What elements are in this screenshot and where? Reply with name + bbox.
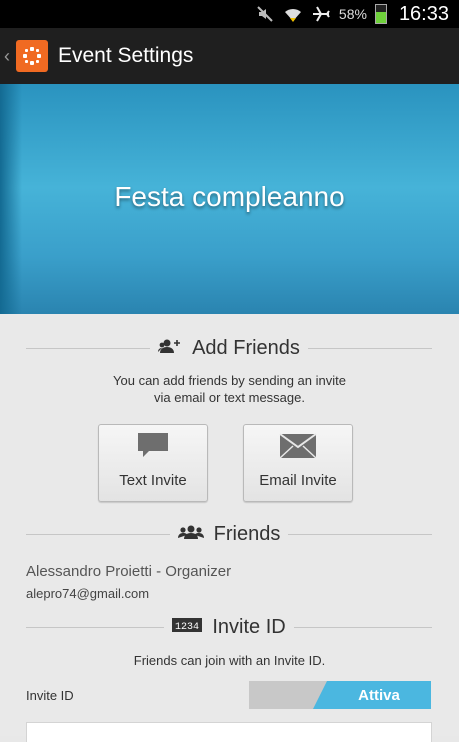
- add-friends-description: You can add friends by sending an invite…: [0, 372, 459, 406]
- event-banner: Festa compleanno: [0, 84, 459, 314]
- add-person-icon: [158, 338, 182, 359]
- friend-email: alepro74@gmail.com: [26, 586, 150, 601]
- friends-header-title: Friends: [170, 523, 289, 546]
- envelope-icon: [279, 433, 317, 464]
- status-bar: 58% 16:33: [0, 0, 459, 28]
- divider: [307, 347, 432, 349]
- chevron-left-icon[interactable]: ‹: [4, 46, 14, 67]
- invite-id-header-title: 1234 Invite ID: [164, 616, 293, 639]
- chat-bubble-icon: [137, 431, 169, 464]
- description-line: You can add friends by sending an invite: [113, 373, 346, 388]
- wifi-icon: [283, 4, 303, 24]
- friend-name[interactable]: Alessandro Proietti - Organizer: [26, 563, 231, 580]
- divider: [26, 347, 151, 349]
- invite-id-toggle[interactable]: Attiva: [249, 681, 431, 709]
- battery-percent: 58%: [338, 6, 367, 22]
- toggle-on-label: Attiva: [313, 681, 431, 709]
- event-name: Festa compleanno: [114, 181, 345, 212]
- settings-content: Add Friends You can add friends by sendi…: [0, 314, 459, 742]
- clock: 16:33: [398, 2, 449, 25]
- group-icon: [177, 524, 204, 545]
- text-invite-button[interactable]: Text Invite: [98, 424, 208, 502]
- number-badge-icon: 1234: [172, 617, 203, 637]
- divider: [26, 626, 165, 628]
- battery-icon: [374, 4, 387, 24]
- banner-shade: [0, 84, 22, 314]
- add-friends-title: Add Friends: [192, 336, 300, 359]
- email-invite-label: Email Invite: [259, 472, 337, 489]
- invite-id-description: Friends can join with an Invite ID.: [133, 653, 326, 668]
- invite-id-title: Invite ID: [212, 615, 286, 638]
- app-logo-icon[interactable]: [16, 40, 48, 72]
- invite-id-header: 1234 Invite ID: [26, 612, 433, 642]
- friends-title: Friends: [213, 522, 281, 545]
- friends-header: Friends: [26, 519, 433, 549]
- mute-icon: [255, 4, 275, 24]
- invite-id-field[interactable]: [26, 722, 432, 742]
- badge-text: 1234: [175, 622, 199, 632]
- add-friends-header-title: Add Friends: [150, 337, 308, 360]
- divider: [288, 533, 433, 535]
- text-invite-label: Text Invite: [119, 472, 187, 489]
- airplane-icon: [311, 4, 331, 24]
- divider: [26, 533, 170, 535]
- page-title: Event Settings: [58, 44, 194, 67]
- add-friends-header: Add Friends: [26, 333, 432, 363]
- action-bar: ‹ Event Settings: [0, 28, 459, 84]
- description-line: via email or text message.: [153, 390, 305, 405]
- invite-id-label: Invite ID: [26, 688, 74, 703]
- divider: [293, 626, 433, 628]
- email-invite-button[interactable]: Email Invite: [243, 424, 353, 502]
